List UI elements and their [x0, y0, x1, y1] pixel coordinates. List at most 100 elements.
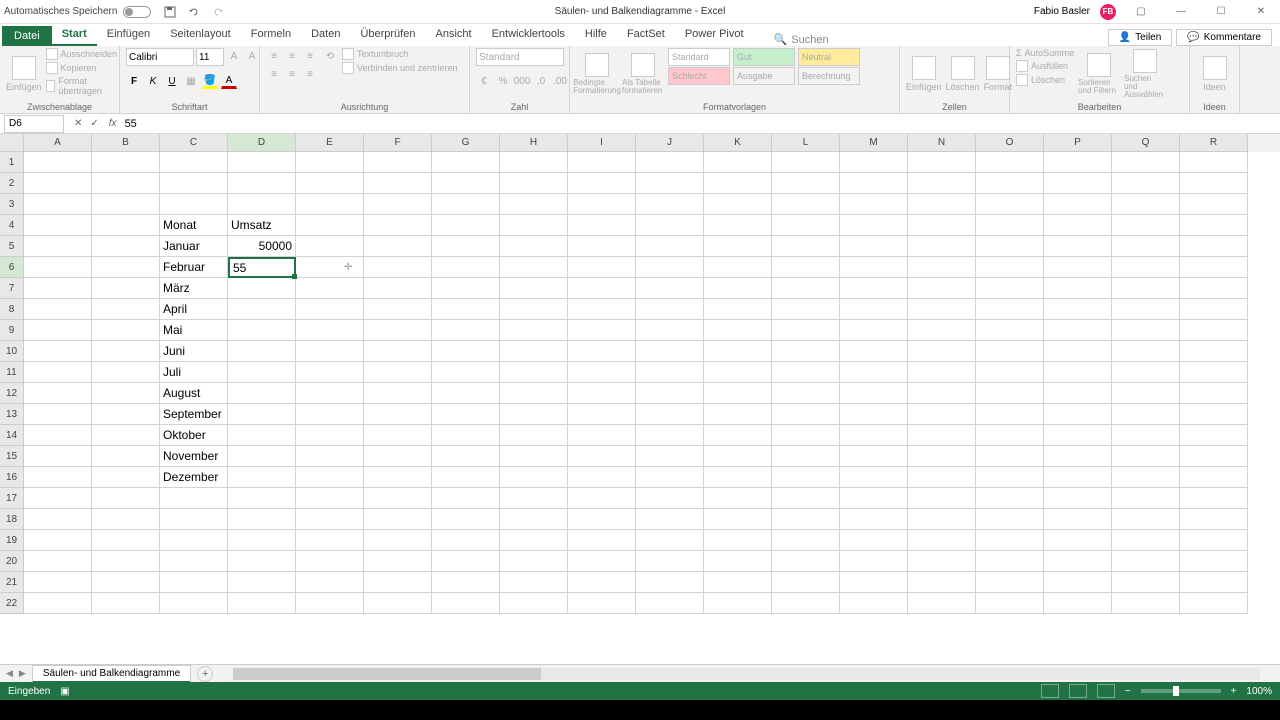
cell-E2[interactable] [296, 173, 364, 194]
cell-R5[interactable] [1180, 236, 1248, 257]
cell-K12[interactable] [704, 383, 772, 404]
cell-D14[interactable] [228, 425, 296, 446]
cell-L7[interactable] [772, 278, 840, 299]
cell-I7[interactable] [568, 278, 636, 299]
cell-B22[interactable] [92, 593, 160, 614]
cell-C11[interactable]: Juli [160, 362, 228, 383]
cell-R1[interactable] [1180, 152, 1248, 173]
cell-L6[interactable] [772, 257, 840, 278]
currency-icon[interactable]: € [476, 73, 492, 89]
cell-O14[interactable] [976, 425, 1044, 446]
cell-C14[interactable]: Oktober [160, 425, 228, 446]
cell-J19[interactable] [636, 530, 704, 551]
cell-I17[interactable] [568, 488, 636, 509]
tab-einfügen[interactable]: Einfügen [97, 24, 160, 46]
cell-C22[interactable] [160, 593, 228, 614]
autosave-toggle[interactable] [123, 6, 151, 18]
col-header-R[interactable]: R [1180, 134, 1248, 152]
cell-D21[interactable] [228, 572, 296, 593]
cell-E8[interactable] [296, 299, 364, 320]
cell-B3[interactable] [92, 194, 160, 215]
cell-L18[interactable] [772, 509, 840, 530]
orientation-icon[interactable]: ⟲ [322, 48, 338, 64]
cell-E19[interactable] [296, 530, 364, 551]
cell-M13[interactable] [840, 404, 908, 425]
tab-daten[interactable]: Daten [301, 24, 350, 46]
cell-Q19[interactable] [1112, 530, 1180, 551]
cell-B18[interactable] [92, 509, 160, 530]
col-header-F[interactable]: F [364, 134, 432, 152]
cell-Q3[interactable] [1112, 194, 1180, 215]
cell-K18[interactable] [704, 509, 772, 530]
cell-A8[interactable] [24, 299, 92, 320]
cell-I2[interactable] [568, 173, 636, 194]
cell-D9[interactable] [228, 320, 296, 341]
row-header-6[interactable]: 6 [0, 257, 24, 278]
cell-N16[interactable] [908, 467, 976, 488]
col-header-J[interactable]: J [636, 134, 704, 152]
cell-A4[interactable] [24, 215, 92, 236]
cell-L17[interactable] [772, 488, 840, 509]
row-header-19[interactable]: 19 [0, 530, 24, 551]
cell-K2[interactable] [704, 173, 772, 194]
cell-B4[interactable] [92, 215, 160, 236]
tab-hilfe[interactable]: Hilfe [575, 24, 617, 46]
row-header-2[interactable]: 2 [0, 173, 24, 194]
cell-F9[interactable] [364, 320, 432, 341]
cell-E11[interactable] [296, 362, 364, 383]
cell-L19[interactable] [772, 530, 840, 551]
cell-G9[interactable] [432, 320, 500, 341]
cell-D20[interactable] [228, 551, 296, 572]
col-header-H[interactable]: H [500, 134, 568, 152]
col-header-D[interactable]: D [228, 134, 296, 152]
cell-C8[interactable]: April [160, 299, 228, 320]
cell-I13[interactable] [568, 404, 636, 425]
cell-H2[interactable] [500, 173, 568, 194]
cell-C17[interactable] [160, 488, 228, 509]
cell-B21[interactable] [92, 572, 160, 593]
cell-J7[interactable] [636, 278, 704, 299]
cell-O11[interactable] [976, 362, 1044, 383]
cell-G12[interactable] [432, 383, 500, 404]
normal-view-icon[interactable] [1041, 684, 1059, 698]
cell-M1[interactable] [840, 152, 908, 173]
cell-Q8[interactable] [1112, 299, 1180, 320]
cell-P6[interactable] [1044, 257, 1112, 278]
ribbon-options-icon[interactable]: ▢ [1126, 2, 1156, 22]
cell-J5[interactable] [636, 236, 704, 257]
cell-F3[interactable] [364, 194, 432, 215]
cell-B20[interactable] [92, 551, 160, 572]
cell-R19[interactable] [1180, 530, 1248, 551]
search-box[interactable]: 🔍 Suchen [774, 33, 829, 46]
cell-Q13[interactable] [1112, 404, 1180, 425]
conditional-formatting-button[interactable]: Bedingte Formatierung [576, 48, 618, 100]
cell-K9[interactable] [704, 320, 772, 341]
cell-K4[interactable] [704, 215, 772, 236]
cell-O18[interactable] [976, 509, 1044, 530]
cell-N5[interactable] [908, 236, 976, 257]
cell-H14[interactable] [500, 425, 568, 446]
cell-J9[interactable] [636, 320, 704, 341]
cell-F5[interactable] [364, 236, 432, 257]
cell-B15[interactable] [92, 446, 160, 467]
cell-G22[interactable] [432, 593, 500, 614]
cell-F21[interactable] [364, 572, 432, 593]
cell-J6[interactable] [636, 257, 704, 278]
cell-style-4[interactable]: Ausgabe [733, 67, 795, 85]
cell-P21[interactable] [1044, 572, 1112, 593]
cell-A22[interactable] [24, 593, 92, 614]
page-layout-view-icon[interactable] [1069, 684, 1087, 698]
cell-H13[interactable] [500, 404, 568, 425]
cell-R8[interactable] [1180, 299, 1248, 320]
cell-C16[interactable]: Dezember [160, 467, 228, 488]
cell-B9[interactable] [92, 320, 160, 341]
cell-R3[interactable] [1180, 194, 1248, 215]
cell-M15[interactable] [840, 446, 908, 467]
cell-D12[interactable] [228, 383, 296, 404]
cell-H20[interactable] [500, 551, 568, 572]
col-header-P[interactable]: P [1044, 134, 1112, 152]
select-all-corner[interactable] [0, 134, 24, 152]
find-select-button[interactable]: Suchen und Auswählen [1124, 48, 1166, 100]
cell-J2[interactable] [636, 173, 704, 194]
page-break-view-icon[interactable] [1097, 684, 1115, 698]
